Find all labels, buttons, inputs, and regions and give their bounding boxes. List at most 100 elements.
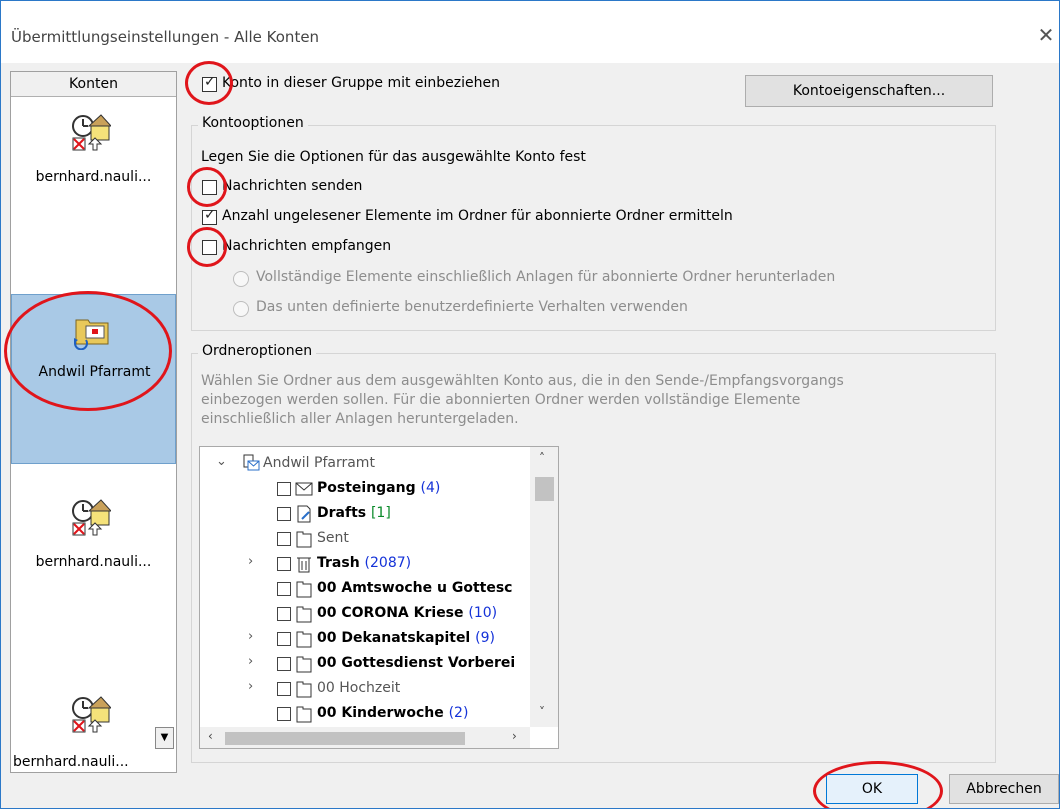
folder-count: (2087) — [364, 555, 412, 571]
title-bar: Übermittlungseinstellungen - Alle Konten… — [1, 1, 1059, 63]
folder-checkbox[interactable] — [277, 682, 291, 696]
folder-checkbox[interactable] — [277, 557, 291, 571]
annotation-circle — [813, 761, 943, 808]
account-properties-button[interactable]: Kontoeigenschaften... — [745, 75, 993, 107]
account-label-1: bernhard.nauli... — [35, 169, 152, 185]
tree-row-sent[interactable]: Sent — [200, 527, 540, 552]
tree-row-corona[interactable]: 00 CORONA Kriese (10) — [200, 602, 540, 627]
account-item-1[interactable]: bernhard.nauli... — [11, 97, 176, 267]
account-item-4[interactable]: bernhard.nauli... — [11, 672, 176, 772]
tree-row-hochzeit[interactable]: › 00 Hochzeit — [200, 677, 540, 702]
trash-icon — [297, 557, 311, 573]
folder-icon — [296, 631, 312, 648]
receive-messages-label: Nachrichten empfangen — [222, 238, 392, 254]
annotation-circle — [187, 167, 227, 207]
scroll-right-icon[interactable]: › — [512, 729, 517, 743]
chevron-right-icon[interactable]: › — [248, 554, 253, 569]
horizontal-scroll-thumb[interactable] — [225, 732, 465, 745]
annotation-circle — [187, 227, 227, 267]
drafts-icon — [297, 505, 311, 523]
folder-checkbox[interactable] — [277, 582, 291, 596]
accounts-list[interactable]: Konten bernhard.nauli... Andwil Pfarramt… — [10, 71, 177, 773]
send-messages-label: Nachrichten senden — [222, 178, 363, 194]
vertical-scroll-thumb[interactable] — [535, 477, 554, 501]
folder-icon — [296, 531, 312, 548]
account-offline-icon — [72, 499, 111, 536]
folder-count: (9) — [475, 630, 495, 646]
custom-behavior-radio[interactable] — [233, 301, 249, 317]
folder-checkbox[interactable] — [277, 507, 291, 521]
folder-icon — [296, 606, 312, 623]
folder-checkbox[interactable] — [277, 657, 291, 671]
send-receive-settings-dialog: Übermittlungseinstellungen - Alle Konten… — [0, 0, 1060, 809]
folder-options-desc-line-3: einschließlich aller Anlagen heruntergel… — [201, 411, 519, 427]
custom-behavior-radio-label: Das unten definierte benutzerdefinierte … — [256, 299, 688, 315]
folder-name: 00 CORONA Kriese (10) — [317, 605, 498, 621]
folder-name: Drafts [1] — [317, 505, 391, 521]
tree-row-posteingang[interactable]: Posteingang (4) — [200, 477, 540, 502]
chevron-right-icon[interactable]: › — [248, 679, 253, 694]
mailbox-icon — [243, 454, 260, 471]
cancel-button[interactable]: Abbrechen — [949, 774, 1059, 804]
annotation-circle — [4, 291, 172, 411]
accounts-header: Konten — [11, 72, 176, 97]
scroll-up-icon[interactable]: ˄ — [539, 451, 545, 465]
close-icon[interactable]: ✕ — [1034, 21, 1058, 49]
folder-count: (10) — [468, 605, 498, 621]
unread-count-label: Anzahl ungelesener Elemente im Ordner fü… — [222, 208, 733, 224]
folder-icon — [296, 656, 312, 673]
folder-count: [1] — [370, 505, 391, 521]
folder-checkbox[interactable] — [277, 632, 291, 646]
tree-row-gottesdienst[interactable]: › 00 Gottesdienst Vorberei — [200, 652, 540, 677]
tree-horizontal-scrollbar[interactable]: ‹ › — [200, 727, 530, 748]
full-items-radio-label: Vollständige Elemente einschließlich Anl… — [256, 269, 836, 285]
mail-icon — [295, 482, 313, 496]
tree-row-kinderwoche[interactable]: 00 Kinderwoche (2) — [200, 702, 540, 727]
folder-name: 00 Hochzeit — [317, 680, 401, 696]
folder-count: (2) — [448, 705, 469, 721]
scroll-left-icon[interactable]: ‹ — [208, 729, 213, 743]
folder-name: Trash (2087) — [317, 555, 412, 571]
folder-name: 00 Gottesdienst Vorberei — [317, 655, 516, 671]
folder-name: 00 Kinderwoche (2) — [317, 705, 469, 721]
tree-row-amtswoche[interactable]: 00 Amtswoche u Gottesc — [200, 577, 540, 602]
account-label-4: bernhard.nauli... — [13, 754, 129, 770]
folder-options-desc-line-1: Wählen Sie Ordner aus dem ausgewählten K… — [201, 373, 844, 389]
account-offline-icon — [72, 114, 111, 151]
tree-vertical-scrollbar[interactable]: ˄ ˅ — [530, 447, 558, 727]
tree-row-root[interactable]: ⌄ Andwil Pfarramt — [200, 452, 540, 477]
tree-row-dekanatskapitel[interactable]: › 00 Dekanatskapitel (9) — [200, 627, 540, 652]
folder-icon — [296, 581, 312, 598]
account-offline-icon — [72, 696, 111, 733]
folder-tree[interactable]: ⌄ Andwil Pfarramt Posteingang (4) Drafts… — [199, 446, 559, 749]
folder-name: Sent — [317, 530, 349, 546]
chevron-right-icon[interactable]: › — [248, 654, 253, 669]
include-group-label: Konto in dieser Gruppe mit einbeziehen — [222, 75, 501, 91]
folder-checkbox[interactable] — [277, 532, 291, 546]
folder-icon — [296, 681, 312, 698]
tree-row-drafts[interactable]: Drafts [1] — [200, 502, 540, 527]
account-options-title: Kontooptionen — [198, 115, 308, 131]
tree-row-trash[interactable]: › Trash (2087) — [200, 552, 540, 577]
account-options-intro: Legen Sie die Optionen für das ausgewähl… — [201, 149, 586, 165]
folder-name: 00 Dekanatskapitel (9) — [317, 630, 495, 646]
scroll-down-icon[interactable]: ˅ — [539, 705, 545, 719]
annotation-circle — [185, 61, 233, 105]
folder-checkbox[interactable] — [277, 707, 291, 721]
account-item-3[interactable]: bernhard.nauli... — [11, 479, 176, 649]
root-folder-name: Andwil Pfarramt — [263, 455, 375, 471]
folder-options-desc-line-2: einbezogen werden sollen. Für die abonni… — [201, 392, 801, 408]
folder-checkbox[interactable] — [277, 607, 291, 621]
chevron-down-icon[interactable]: ⌄ — [216, 454, 227, 469]
unread-count-checkbox[interactable] — [202, 207, 217, 225]
folder-checkbox[interactable] — [277, 482, 291, 496]
folder-options-title: Ordneroptionen — [198, 343, 317, 359]
folder-options-description: Wählen Sie Ordner aus dem ausgewählten K… — [201, 372, 981, 429]
accounts-scroll-down-button[interactable]: ▼ — [155, 727, 174, 749]
window-title: Übermittlungseinstellungen - Alle Konten — [11, 28, 320, 46]
full-items-radio[interactable] — [233, 271, 249, 287]
folder-name: 00 Amtswoche u Gottesc — [317, 580, 513, 596]
folder-count: (4) — [420, 480, 441, 496]
folder-icon — [296, 706, 312, 723]
chevron-right-icon[interactable]: › — [248, 629, 253, 644]
